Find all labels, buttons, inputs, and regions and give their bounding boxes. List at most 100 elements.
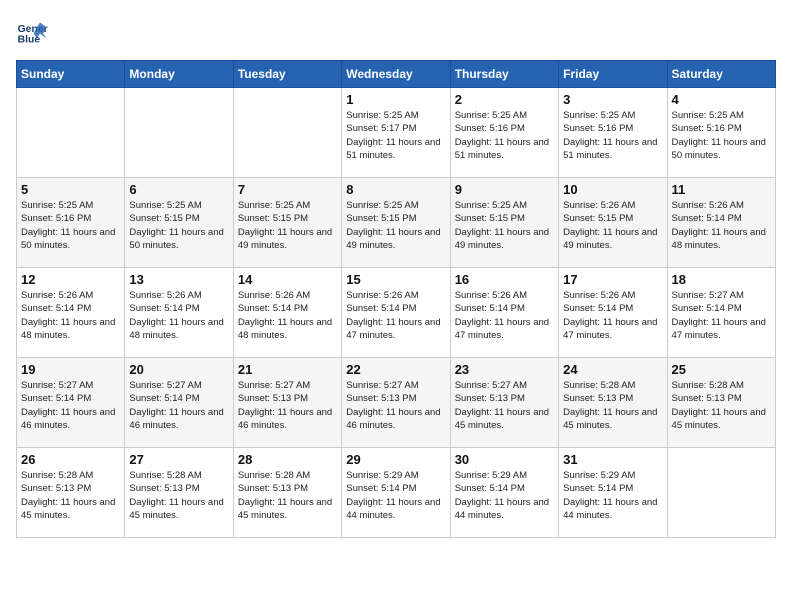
day-info: Sunrise: 5:25 AMSunset: 5:17 PMDaylight:… — [346, 109, 445, 162]
calendar-cell: 15 Sunrise: 5:26 AMSunset: 5:14 PMDayligh… — [342, 268, 450, 358]
day-info: Sunrise: 5:28 AMSunset: 5:13 PMDaylight:… — [563, 379, 662, 432]
page-header: General Blue — [16, 16, 776, 48]
calendar-cell: 17 Sunrise: 5:26 AMSunset: 5:14 PMDayligh… — [559, 268, 667, 358]
day-info: Sunrise: 5:26 AMSunset: 5:14 PMDaylight:… — [455, 289, 554, 342]
day-number: 17 — [563, 272, 662, 287]
calendar-cell: 4 Sunrise: 5:25 AMSunset: 5:16 PMDaylight… — [667, 88, 775, 178]
day-info: Sunrise: 5:26 AMSunset: 5:14 PMDaylight:… — [672, 199, 771, 252]
calendar-cell — [125, 88, 233, 178]
day-number: 5 — [21, 182, 120, 197]
day-info: Sunrise: 5:26 AMSunset: 5:14 PMDaylight:… — [21, 289, 120, 342]
weekday-header: Sunday — [17, 61, 125, 88]
day-number: 11 — [672, 182, 771, 197]
day-info: Sunrise: 5:25 AMSunset: 5:15 PMDaylight:… — [129, 199, 228, 252]
day-number: 31 — [563, 452, 662, 467]
calendar-cell — [233, 88, 341, 178]
day-number: 2 — [455, 92, 554, 107]
day-number: 19 — [21, 362, 120, 377]
calendar-cell: 29 Sunrise: 5:29 AMSunset: 5:14 PMDayligh… — [342, 448, 450, 538]
weekday-header: Wednesday — [342, 61, 450, 88]
day-info: Sunrise: 5:28 AMSunset: 5:13 PMDaylight:… — [238, 469, 337, 522]
day-info: Sunrise: 5:26 AMSunset: 5:14 PMDaylight:… — [346, 289, 445, 342]
calendar-cell: 19 Sunrise: 5:27 AMSunset: 5:14 PMDayligh… — [17, 358, 125, 448]
calendar-cell: 22 Sunrise: 5:27 AMSunset: 5:13 PMDayligh… — [342, 358, 450, 448]
calendar-cell: 13 Sunrise: 5:26 AMSunset: 5:14 PMDayligh… — [125, 268, 233, 358]
day-info: Sunrise: 5:27 AMSunset: 5:13 PMDaylight:… — [238, 379, 337, 432]
calendar-cell: 31 Sunrise: 5:29 AMSunset: 5:14 PMDayligh… — [559, 448, 667, 538]
day-number: 12 — [21, 272, 120, 287]
day-number: 21 — [238, 362, 337, 377]
weekday-header: Saturday — [667, 61, 775, 88]
day-info: Sunrise: 5:25 AMSunset: 5:16 PMDaylight:… — [455, 109, 554, 162]
calendar-table: SundayMondayTuesdayWednesdayThursdayFrid… — [16, 60, 776, 538]
day-info: Sunrise: 5:28 AMSunset: 5:13 PMDaylight:… — [21, 469, 120, 522]
logo-icon: General Blue — [16, 16, 48, 48]
calendar-cell: 7 Sunrise: 5:25 AMSunset: 5:15 PMDaylight… — [233, 178, 341, 268]
calendar-cell: 16 Sunrise: 5:26 AMSunset: 5:14 PMDayligh… — [450, 268, 558, 358]
day-number: 18 — [672, 272, 771, 287]
day-info: Sunrise: 5:25 AMSunset: 5:15 PMDaylight:… — [238, 199, 337, 252]
weekday-header: Thursday — [450, 61, 558, 88]
day-info: Sunrise: 5:27 AMSunset: 5:13 PMDaylight:… — [346, 379, 445, 432]
calendar-cell: 3 Sunrise: 5:25 AMSunset: 5:16 PMDaylight… — [559, 88, 667, 178]
calendar-cell: 12 Sunrise: 5:26 AMSunset: 5:14 PMDayligh… — [17, 268, 125, 358]
day-info: Sunrise: 5:29 AMSunset: 5:14 PMDaylight:… — [346, 469, 445, 522]
day-number: 25 — [672, 362, 771, 377]
day-number: 28 — [238, 452, 337, 467]
day-number: 16 — [455, 272, 554, 287]
day-info: Sunrise: 5:25 AMSunset: 5:16 PMDaylight:… — [563, 109, 662, 162]
day-number: 27 — [129, 452, 228, 467]
day-info: Sunrise: 5:26 AMSunset: 5:14 PMDaylight:… — [238, 289, 337, 342]
day-info: Sunrise: 5:25 AMSunset: 5:15 PMDaylight:… — [455, 199, 554, 252]
day-info: Sunrise: 5:26 AMSunset: 5:14 PMDaylight:… — [129, 289, 228, 342]
calendar-cell: 2 Sunrise: 5:25 AMSunset: 5:16 PMDaylight… — [450, 88, 558, 178]
day-number: 1 — [346, 92, 445, 107]
day-number: 20 — [129, 362, 228, 377]
day-info: Sunrise: 5:27 AMSunset: 5:13 PMDaylight:… — [455, 379, 554, 432]
day-info: Sunrise: 5:25 AMSunset: 5:16 PMDaylight:… — [672, 109, 771, 162]
day-number: 22 — [346, 362, 445, 377]
calendar-cell: 30 Sunrise: 5:29 AMSunset: 5:14 PMDayligh… — [450, 448, 558, 538]
day-number: 15 — [346, 272, 445, 287]
calendar-cell: 8Sunrise: 5:25 AMSunset: 5:15 PMDaylight… — [342, 178, 450, 268]
day-info: Sunrise: 5:25 AMSunset: 5:16 PMDaylight:… — [21, 199, 120, 252]
calendar-cell: 25 Sunrise: 5:28 AMSunset: 5:13 PMDayligh… — [667, 358, 775, 448]
day-info: Sunrise: 5:27 AMSunset: 5:14 PMDaylight:… — [21, 379, 120, 432]
day-info: Sunrise: 5:26 AMSunset: 5:15 PMDaylight:… — [563, 199, 662, 252]
calendar-cell: 23 Sunrise: 5:27 AMSunset: 5:13 PMDayligh… — [450, 358, 558, 448]
day-number: 30 — [455, 452, 554, 467]
day-number: 13 — [129, 272, 228, 287]
calendar-cell: 24 Sunrise: 5:28 AMSunset: 5:13 PMDayligh… — [559, 358, 667, 448]
calendar-cell: 1 Sunrise: 5:25 AMSunset: 5:17 PMDaylight… — [342, 88, 450, 178]
day-info: Sunrise: 5:28 AMSunset: 5:13 PMDaylight:… — [672, 379, 771, 432]
day-info: Sunrise: 5:27 AMSunset: 5:14 PMDaylight:… — [672, 289, 771, 342]
calendar-cell: 9Sunrise: 5:25 AMSunset: 5:15 PMDaylight… — [450, 178, 558, 268]
calendar-cell: 6 Sunrise: 5:25 AMSunset: 5:15 PMDaylight… — [125, 178, 233, 268]
calendar-cell: 26 Sunrise: 5:28 AMSunset: 5:13 PMDayligh… — [17, 448, 125, 538]
calendar-cell: 14 Sunrise: 5:26 AMSunset: 5:14 PMDayligh… — [233, 268, 341, 358]
day-number: 7 — [238, 182, 337, 197]
calendar-cell: 20 Sunrise: 5:27 AMSunset: 5:14 PMDayligh… — [125, 358, 233, 448]
day-number: 3 — [563, 92, 662, 107]
day-info: Sunrise: 5:26 AMSunset: 5:14 PMDaylight:… — [563, 289, 662, 342]
weekday-header: Tuesday — [233, 61, 341, 88]
weekday-header: Monday — [125, 61, 233, 88]
calendar-cell: 28 Sunrise: 5:28 AMSunset: 5:13 PMDayligh… — [233, 448, 341, 538]
calendar-cell: 5 Sunrise: 5:25 AMSunset: 5:16 PMDaylight… — [17, 178, 125, 268]
day-number: 6 — [129, 182, 228, 197]
day-number: 4 — [672, 92, 771, 107]
weekday-header: Friday — [559, 61, 667, 88]
calendar-cell — [17, 88, 125, 178]
day-number: 10 — [563, 182, 662, 197]
day-info: Sunrise: 5:29 AMSunset: 5:14 PMDaylight:… — [455, 469, 554, 522]
day-info: Sunrise: 5:27 AMSunset: 5:14 PMDaylight:… — [129, 379, 228, 432]
day-number: 29 — [346, 452, 445, 467]
calendar-header: SundayMondayTuesdayWednesdayThursdayFrid… — [17, 61, 776, 88]
day-number: 23 — [455, 362, 554, 377]
day-number: 26 — [21, 452, 120, 467]
day-number: 24 — [563, 362, 662, 377]
calendar-cell: 21 Sunrise: 5:27 AMSunset: 5:13 PMDayligh… — [233, 358, 341, 448]
day-number: 14 — [238, 272, 337, 287]
day-info: Sunrise: 5:29 AMSunset: 5:14 PMDaylight:… — [563, 469, 662, 522]
day-info: Sunrise: 5:28 AMSunset: 5:13 PMDaylight:… — [129, 469, 228, 522]
